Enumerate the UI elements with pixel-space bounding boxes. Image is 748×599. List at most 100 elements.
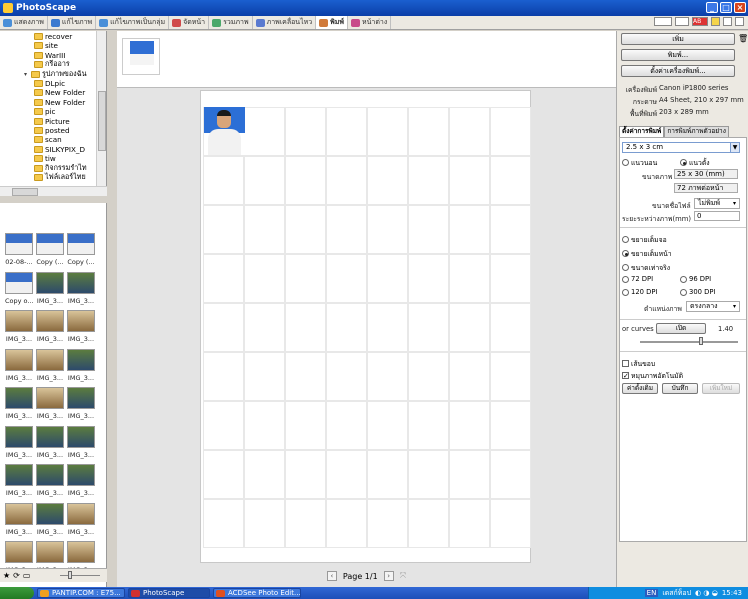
folder-node[interactable]: recover [34, 32, 72, 41]
next-page-button[interactable]: › [383, 571, 394, 581]
dpi300-radio[interactable]: 300 DPI [680, 288, 715, 296]
thumbnail[interactable]: IMG_3... [36, 310, 64, 343]
thumbnail[interactable]: IMG_3... [5, 310, 33, 343]
tab-print-settings[interactable]: ตั้งค่าการพิมพ์ [619, 126, 665, 137]
thumbnail[interactable]: IMG_3... [67, 271, 95, 305]
expand-icon[interactable]: ▾ [24, 71, 29, 78]
curves-toggle-button[interactable]: เปิด [656, 323, 706, 334]
thumbnail[interactable]: Copy (... [36, 233, 64, 266]
zoom-slider-knob[interactable] [68, 571, 72, 579]
taskbar-item[interactable]: PhotoScape [128, 588, 210, 598]
panel-splitter[interactable] [0, 196, 107, 203]
minimize-button[interactable]: _ [706, 2, 718, 13]
gap-input[interactable]: 0 [694, 211, 740, 221]
thumbnail[interactable]: IMG_3... [36, 271, 64, 305]
thumbnail[interactable]: Copy o... [5, 271, 34, 305]
fit-screen-radio[interactable]: ขยายเต็มจอ [622, 234, 667, 245]
maximize-button[interactable]: □ [720, 2, 732, 13]
tab-3[interactable]: จัดหน้า [169, 16, 210, 29]
tab-6[interactable]: พิมพ์ [316, 16, 349, 29]
thumbnail[interactable]: IMG_3... [5, 348, 33, 382]
folder-node[interactable]: SILKYPIX_D [34, 145, 85, 154]
vertical-splitter[interactable] [107, 31, 117, 587]
tab-0[interactable]: แสดงภาพ [0, 16, 48, 29]
selected-photo-thumb[interactable] [122, 38, 160, 75]
settings-icon[interactable] [723, 17, 732, 26]
thumbnail[interactable]: IMG_3... [5, 387, 33, 420]
auto-rotate-checkbox[interactable]: ✓ หมุนภาพอัตโนมัติ [622, 370, 683, 381]
size-select[interactable]: 2.5 x 3 cm ▼ [622, 142, 740, 153]
actual-size-radio[interactable]: ขนาดเท่าจริง [622, 262, 670, 273]
placed-photo[interactable] [204, 107, 245, 155]
filename-size-select[interactable]: ไม่พิมพ์ ▾ [694, 198, 740, 209]
star-icon[interactable]: ★ [3, 571, 10, 580]
dpi72-radio[interactable]: 72 DPI [622, 275, 653, 283]
refresh-icon[interactable]: ⟳ [13, 571, 20, 580]
zoom-slider[interactable] [60, 575, 100, 576]
folder-node[interactable]: pic [34, 107, 56, 116]
trash-icon[interactable]: 🗑 [738, 34, 748, 43]
thumbnail[interactable]: Copy (... [67, 233, 95, 266]
thumbnail[interactable]: IMG_3... [67, 348, 95, 382]
thumbnail[interactable]: IMG_3... [36, 502, 64, 536]
dpi96-radio[interactable]: 96 DPI [680, 275, 711, 283]
position-select[interactable]: ตรงกลาง ▾ [686, 301, 740, 312]
close-button[interactable]: × [734, 2, 746, 13]
taskbar-item[interactable]: PANTIP.COM : E75... [37, 588, 125, 598]
dpi120-radio[interactable]: 120 DPI [622, 288, 657, 296]
thumbnail[interactable]: IMG_3... [36, 464, 64, 497]
thumbnail[interactable]: IMG_3... [67, 310, 95, 343]
thumbnail[interactable]: IMG_3... [36, 425, 64, 459]
view-mode-icon[interactable] [675, 17, 689, 26]
folder-node[interactable]: posted [34, 126, 70, 135]
info-icon[interactable] [735, 17, 744, 26]
tree-hscrollbar[interactable] [0, 186, 107, 196]
thumbnail[interactable]: 02-08-... [5, 233, 33, 266]
tab-1[interactable]: แก้ไขภาพ [48, 16, 97, 29]
tab-5[interactable]: ภาพเคลื่อนไหว [253, 16, 317, 29]
tree-scrollbar[interactable] [96, 31, 106, 186]
folder-icon[interactable]: ▭ [23, 571, 31, 580]
landscape-radio[interactable]: แนวนอน [622, 157, 657, 168]
fit-icon[interactable]: ⤧ [400, 571, 406, 581]
thumbnail[interactable]: IMG_3... [67, 425, 95, 459]
portrait-radio[interactable]: แนวตั้ง [680, 157, 710, 168]
folder-node[interactable]: Picture [34, 117, 70, 126]
thumbnail-size-icon[interactable] [654, 17, 672, 26]
start-button[interactable] [0, 587, 34, 599]
thumbnail[interactable]: IMG_3... [67, 464, 95, 497]
printer-setup-button[interactable]: ตั้งค่าเครื่องพิมพ์... [621, 65, 735, 77]
curves-slider[interactable] [640, 341, 738, 343]
folder-tree[interactable]: recover site WarIII กรีออาร ▾ รูปภาพของฉัน DLp… [0, 31, 107, 186]
thumbnail[interactable]: IMG_3... [36, 387, 64, 420]
help-icon[interactable] [711, 17, 720, 26]
folder-node[interactable]: ไฟล์เลอร์ไทย [34, 172, 86, 182]
desktop-label[interactable]: เดสก์ท็อป [662, 588, 691, 599]
new-button[interactable]: เพิ่มใหม่ [702, 383, 740, 394]
tab-print-preview[interactable]: การพิมพ์ภาพตัวอย่าง [664, 126, 729, 137]
print-button[interactable]: พิมพ์... [621, 49, 735, 61]
prev-page-button[interactable]: ‹ [326, 571, 337, 581]
default-button[interactable]: ค่าดั้งเดิม [622, 383, 658, 394]
language-indicator[interactable]: EN [644, 589, 659, 597]
folder-node[interactable]: scan [34, 135, 62, 144]
thumbnail[interactable]: IMG_3... [5, 425, 33, 459]
thumbnail[interactable]: IMG_3... [67, 387, 95, 420]
thumbnail[interactable]: IMG_3... [67, 502, 95, 536]
fit-page-radio[interactable]: ขยายเต็มหน้า [622, 248, 672, 259]
save-button[interactable]: บันทึก [662, 383, 698, 394]
border-checkbox[interactable]: เส้นขอบ [622, 358, 655, 369]
folder-node[interactable]: ▾ รูปภาพของฉัน [24, 69, 86, 79]
thumbnail[interactable]: IMG_3... [36, 348, 64, 382]
tab-2[interactable]: แก้ไขภาพเป็นกลุ่ม [96, 16, 170, 29]
thumbnail[interactable]: IMG_3... [5, 464, 33, 497]
tab-4[interactable]: รวมภาพ [209, 16, 253, 29]
thumbnail[interactable]: IMG_3... [5, 502, 33, 536]
folder-node[interactable]: New Folder [34, 88, 85, 97]
add-button[interactable]: เพิ่ม [621, 33, 735, 45]
folder-node[interactable]: New Folder [34, 98, 85, 107]
language-icon[interactable]: AB [692, 17, 708, 26]
taskbar-item[interactable]: ACDSee Photo Edit... [213, 588, 301, 598]
folder-node[interactable]: DLpic [34, 79, 65, 88]
tab-7[interactable]: หน้าต่าง [348, 16, 392, 29]
